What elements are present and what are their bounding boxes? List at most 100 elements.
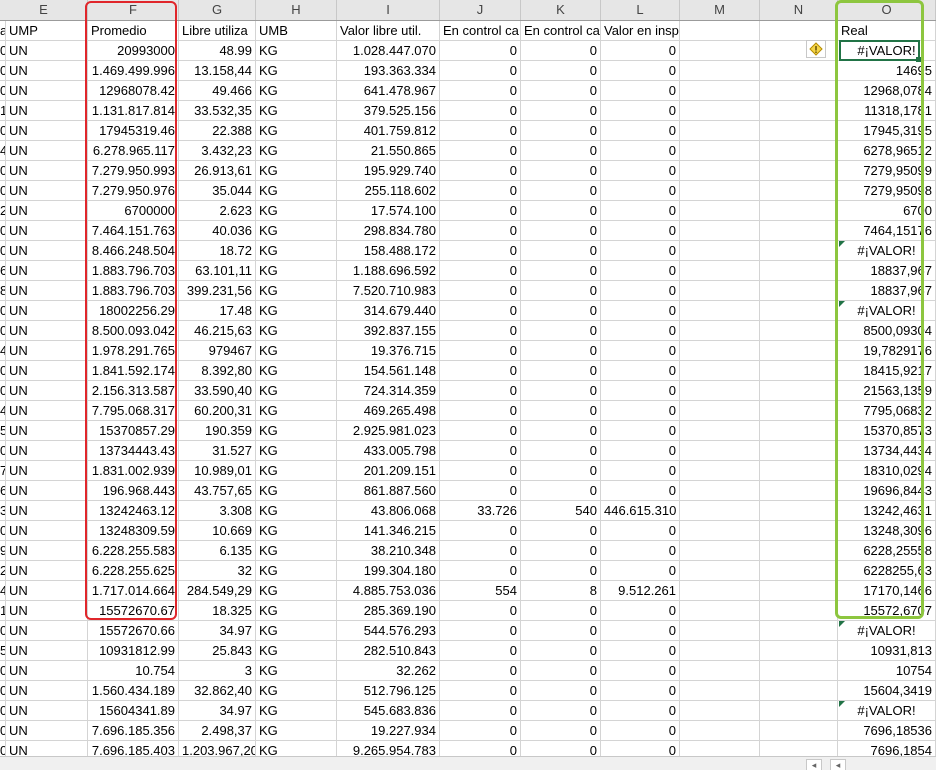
table-cell[interactable] [760,721,838,741]
table-cell[interactable] [760,161,838,181]
table-cell[interactable]: 18310,0294 [838,461,936,481]
table-cell[interactable]: 2.156.313.587 [88,381,179,401]
table-cell[interactable]: 3.432,23 [179,141,256,161]
column-header-e[interactable]: E [0,0,88,20]
table-cell[interactable] [760,101,838,121]
table-cell[interactable]: 0 [601,681,680,701]
table-cell[interactable] [680,41,760,61]
table-cell[interactable]: 0 [521,321,601,341]
table-cell[interactable]: UN [6,101,88,121]
table-cell[interactable] [680,181,760,201]
table-cell[interactable]: 20993000 [88,41,179,61]
header-cell-e[interactable]: UMP [6,21,88,41]
table-cell[interactable]: 0 [521,661,601,681]
table-cell[interactable]: 18837,967 [838,281,936,301]
table-cell[interactable] [680,561,760,581]
table-cell[interactable]: 7.464.151.763 [88,221,179,241]
table-cell[interactable]: 0 [601,601,680,621]
table-cell[interactable]: 14695 [838,61,936,81]
table-cell[interactable]: 0 [521,701,601,721]
table-cell[interactable]: 19,7829176 [838,341,936,361]
table-cell[interactable]: 193.363.334 [337,61,440,81]
table-cell[interactable]: 18837,967 [838,261,936,281]
table-cell[interactable]: 285.369.190 [337,601,440,621]
header-cell-f[interactable]: Promedio [88,21,179,41]
table-cell[interactable]: 544.576.293 [337,621,440,641]
table-cell[interactable]: 0 [521,641,601,661]
table-cell[interactable]: 8.392,80 [179,361,256,381]
table-cell[interactable]: UN [6,681,88,701]
table-cell[interactable] [680,241,760,261]
column-header-h[interactable]: H [256,0,337,20]
table-cell[interactable]: 0 [601,141,680,161]
table-cell[interactable]: 10.989,01 [179,461,256,481]
table-cell[interactable]: UN [6,321,88,341]
table-cell[interactable]: KG [256,181,337,201]
table-cell[interactable]: 0 [601,41,680,61]
table-cell[interactable]: 0 [440,361,521,381]
table-cell[interactable]: 0 [521,221,601,241]
table-cell[interactable]: KG [256,601,337,621]
header-cell-o[interactable]: Real [838,21,936,41]
table-cell[interactable]: 17170,1466 [838,581,936,601]
table-cell[interactable]: 284.549,29 [179,581,256,601]
table-cell[interactable]: 0 [440,721,521,741]
table-cell[interactable]: 401.759.812 [337,121,440,141]
table-cell[interactable] [680,641,760,661]
table-cell[interactable]: 0 [440,341,521,361]
table-cell[interactable]: 32.862,40 [179,681,256,701]
table-cell[interactable]: UN [6,721,88,741]
table-cell[interactable]: 0 [601,541,680,561]
table-cell[interactable]: #¡VALOR! [838,241,936,261]
table-cell[interactable]: 0 [521,161,601,181]
table-cell[interactable]: 0 [521,241,601,261]
table-cell[interactable]: 0 [601,121,680,141]
table-cell[interactable]: 298.834.780 [337,221,440,241]
table-cell[interactable] [760,281,838,301]
table-cell[interactable]: 18.72 [179,241,256,261]
table-cell[interactable]: 0 [521,401,601,421]
table-cell[interactable]: UN [6,601,88,621]
table-cell[interactable] [760,381,838,401]
table-cell[interactable]: 13.158,44 [179,61,256,81]
table-cell[interactable]: 0 [521,81,601,101]
table-cell[interactable]: 0 [440,81,521,101]
table-cell[interactable]: 0 [440,101,521,121]
table-cell[interactable]: 18002256.29 [88,301,179,321]
table-cell[interactable]: 34.97 [179,621,256,641]
table-cell[interactable]: 33.590,40 [179,381,256,401]
table-cell[interactable]: UN [6,341,88,361]
scroll-left-button[interactable]: ◂ [806,759,822,770]
table-cell[interactable]: 469.265.498 [337,401,440,421]
table-cell[interactable]: 540 [521,501,601,521]
spreadsheet-grid[interactable]: EFGHIJKLMNO aUMPPromedioLibre utilizaUMB… [0,0,936,770]
table-cell[interactable]: 33.726 [440,501,521,521]
table-cell[interactable] [760,121,838,141]
table-cell[interactable] [760,201,838,221]
table-cell[interactable]: 861.887.560 [337,481,440,501]
table-cell[interactable]: 0 [521,101,601,121]
table-cell[interactable]: 0 [521,61,601,81]
table-cell[interactable] [680,461,760,481]
table-cell[interactable]: 13734443.43 [88,441,179,461]
table-cell[interactable]: KG [256,521,337,541]
table-cell[interactable]: 46.215,63 [179,321,256,341]
table-cell[interactable]: 21563,1359 [838,381,936,401]
table-cell[interactable]: 0 [440,461,521,481]
table-cell[interactable]: 12968,0784 [838,81,936,101]
table-cell[interactable]: KG [256,401,337,421]
table-cell[interactable]: 201.209.151 [337,461,440,481]
column-header-l[interactable]: L [601,0,680,20]
header-cell-m[interactable] [680,21,760,41]
table-cell[interactable]: KG [256,121,337,141]
table-cell[interactable]: UN [6,641,88,661]
table-cell[interactable]: 0 [440,541,521,561]
table-cell[interactable]: 0 [440,121,521,141]
table-cell[interactable] [760,361,838,381]
column-header-m[interactable]: M [680,0,760,20]
table-cell[interactable] [760,481,838,501]
table-cell[interactable]: KG [256,541,337,561]
table-cell[interactable]: UN [6,521,88,541]
table-cell[interactable]: 0 [521,281,601,301]
table-cell[interactable] [680,201,760,221]
